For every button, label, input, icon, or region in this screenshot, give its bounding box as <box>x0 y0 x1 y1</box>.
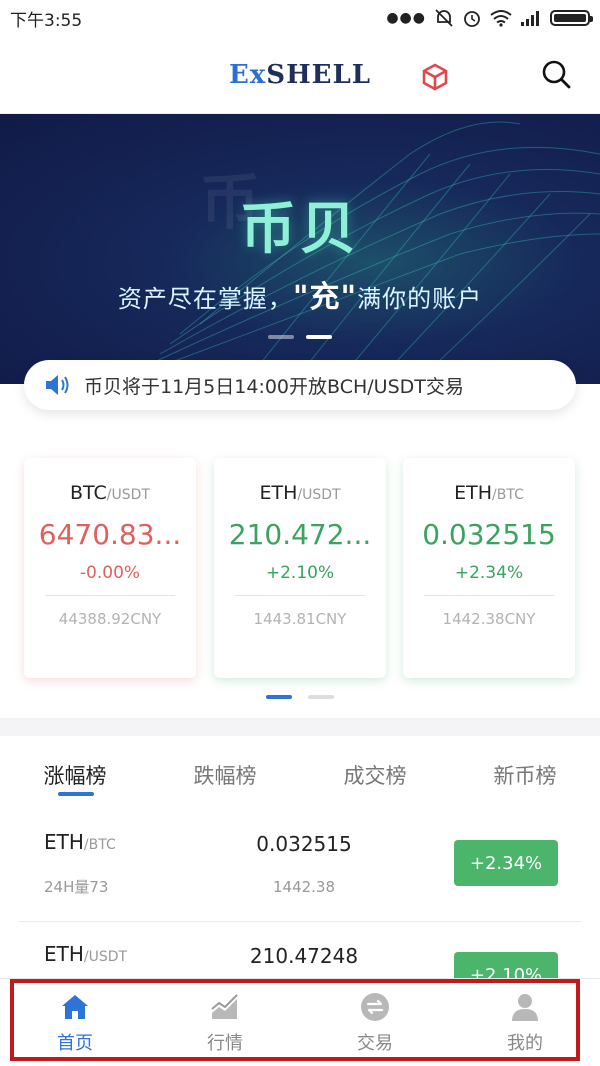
ticker-change: +2.34% <box>454 563 524 583</box>
tab-losers[interactable]: 跌幅榜 <box>150 736 300 802</box>
tab-gainers[interactable]: 涨幅榜 <box>0 736 150 802</box>
ticker-price: 0.032515 <box>422 518 556 551</box>
tab-volume[interactable]: 成交榜 <box>300 736 450 802</box>
ticker-cny: 44388.92CNY <box>58 610 162 628</box>
ticker-pair: ETH/BTC <box>454 482 524 504</box>
tab-active-indicator <box>58 792 94 796</box>
ticker-change: -0.00% <box>79 563 141 583</box>
tab-new-coins[interactable]: 新币榜 <box>450 736 600 802</box>
mute-icon <box>435 9 453 27</box>
ticker-change: +2.10% <box>265 563 335 583</box>
pair-volume: 24H量73 <box>44 878 109 896</box>
banner-title: 币贝 <box>240 197 360 262</box>
ticker-card[interactable]: ETH/BTC 0.032515 +2.34% 1442.38CNY <box>403 458 575 678</box>
ticker-card[interactable]: BTC/USDT 6470.83... -0.00% 44388.92CNY <box>24 458 196 678</box>
card-divider <box>235 595 365 596</box>
promo-banner[interactable]: 币 币贝 资产尽在掌握，"充"满你的账户 <box>0 114 600 384</box>
pair-price: 210.47248 <box>249 944 359 968</box>
ticker-cny: 1443.81CNY <box>253 610 347 628</box>
ticker-pair: BTC/USDT <box>70 482 150 504</box>
change-badge[interactable]: +2.34% <box>454 840 558 886</box>
ticker-cny: 1442.38CNY <box>442 610 536 628</box>
alarm-icon <box>464 11 480 27</box>
card-divider <box>424 595 554 596</box>
chart-icon <box>211 994 238 1019</box>
ticker-dot[interactable] <box>308 695 334 699</box>
cube-badge-icon[interactable] <box>420 62 450 92</box>
status-icons: ●●● <box>386 8 593 28</box>
nav-market[interactable]: 行情 <box>150 979 300 1066</box>
nav-home[interactable]: 首页 <box>0 979 150 1066</box>
search-icon[interactable] <box>540 58 572 90</box>
pair-cny: 1442.38 <box>272 878 336 896</box>
speaker-icon <box>46 375 69 395</box>
pair-name: ETH/USDT <box>44 942 128 966</box>
nav-profile[interactable]: 我的 <box>450 979 600 1066</box>
exchange-icon <box>361 993 389 1021</box>
ticker-dot-active[interactable] <box>266 695 292 699</box>
card-divider <box>45 595 175 596</box>
nav-trade[interactable]: 交易 <box>300 979 450 1066</box>
ranking-tabs: 涨幅榜 跌幅榜 成交榜 新币榜 <box>0 736 600 802</box>
ticker-price: 210.472... <box>228 518 372 551</box>
battery-icon <box>550 10 593 26</box>
more-dots-icon: ●●● <box>386 10 426 26</box>
announcement-text: 币贝将于11月5日14:00开放BCH/USDT交易 <box>84 375 464 398</box>
status-bar: 下午3:55 ●●● <box>0 0 600 36</box>
app-header: ExSHELL <box>0 36 600 114</box>
ticker-pagination <box>266 695 334 699</box>
banner-dot-active[interactable] <box>306 335 332 339</box>
ticker-carousel: BTC/USDT 6470.83... -0.00% 44388.92CNY E… <box>0 450 600 699</box>
ticker-price: 6470.83... <box>38 518 182 551</box>
wifi-icon <box>490 10 512 27</box>
announcement-bar[interactable]: 币贝将于11月5日14:00开放BCH/USDT交易 <box>24 360 576 410</box>
banner-subtitle: 资产尽在掌握，"充"满你的账户 <box>117 280 483 315</box>
user-icon <box>512 994 538 1021</box>
banner-pagination <box>268 335 332 339</box>
pair-name: ETH/BTC <box>44 830 116 854</box>
section-divider <box>0 718 600 736</box>
status-time: 下午3:55 <box>10 10 83 31</box>
signal-icon <box>521 11 539 26</box>
bottom-nav: 首页 行情 交易 我的 <box>0 978 600 1066</box>
pair-price: 0.032515 <box>256 832 352 856</box>
ticker-pair: ETH/USDT <box>259 482 341 504</box>
app-logo: ExSHELL <box>228 59 372 90</box>
home-icon <box>62 995 88 1019</box>
banner-dot[interactable] <box>268 335 294 339</box>
ticker-card[interactable]: ETH/USDT 210.472... +2.10% 1443.81CNY <box>214 458 386 678</box>
list-item[interactable]: ETH/BTC 24H量73 0.032515 1442.38 +2.34% <box>18 810 582 922</box>
